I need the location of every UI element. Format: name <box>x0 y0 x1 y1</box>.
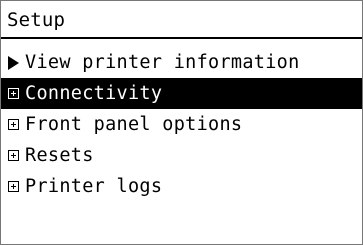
expand-box-icon <box>8 181 19 192</box>
expand-box-icon <box>8 150 19 161</box>
menu-item-label: Resets <box>25 145 94 166</box>
menu-item-front-panel-options[interactable]: Front panel options <box>1 109 362 140</box>
expand-box-icon <box>8 88 19 99</box>
menu-item-label: Front panel options <box>25 114 243 135</box>
printer-front-panel-screen: Setup View printer information Connectiv… <box>0 0 363 245</box>
menu-item-resets[interactable]: Resets <box>1 140 362 171</box>
menu-item-connectivity[interactable]: Connectivity <box>1 78 362 109</box>
menu-item-printer-logs[interactable]: Printer logs <box>1 171 362 202</box>
menu-item-view-printer-information[interactable]: View printer information <box>1 47 362 78</box>
right-arrow-icon <box>8 55 19 70</box>
menu-item-label: Printer logs <box>25 176 163 197</box>
menu-item-label: Connectivity <box>25 83 163 104</box>
title-divider <box>1 37 362 39</box>
setup-menu: View printer information Connectivity Fr… <box>1 47 362 202</box>
expand-box-icon <box>8 119 19 130</box>
screen-title: Setup <box>7 9 66 31</box>
menu-item-label: View printer information <box>25 52 300 73</box>
